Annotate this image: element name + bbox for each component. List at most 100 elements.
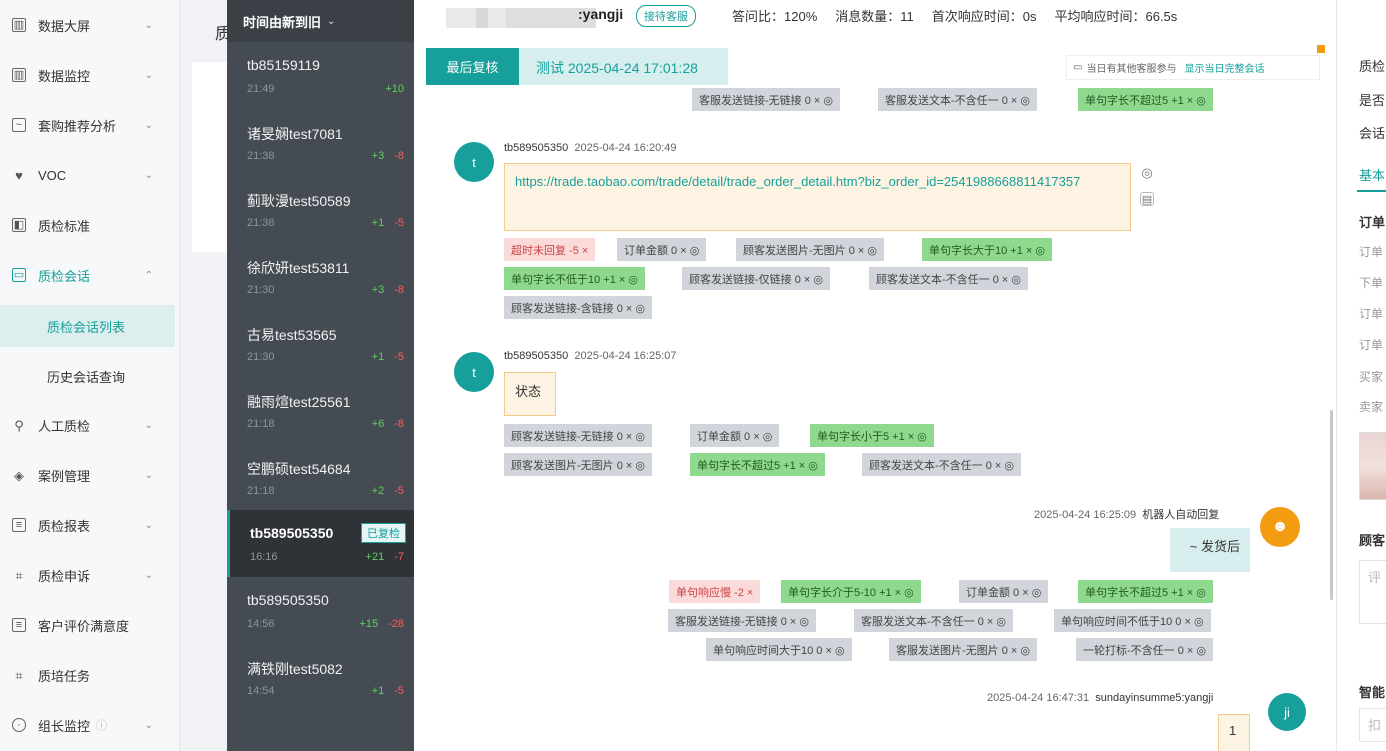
person-icon: ⚲ (14, 417, 24, 433)
qc-tag[interactable]: 单句响应慢 -2 × (669, 580, 761, 603)
info-icon: ▭ (1073, 62, 1083, 73)
qc-tag[interactable]: 超时未回复 -5 × (504, 238, 596, 261)
qc-tag[interactable]: 顾客发送文本-不含任一 0 × ◎ (869, 267, 1028, 290)
redacted-name (446, 8, 596, 28)
qc-tag[interactable]: 单句字长小于5 +1 × ◎ (810, 424, 934, 447)
score-plus: +1 (371, 217, 385, 229)
chevron-down-icon: ⌄ (144, 19, 153, 31)
eye-icon[interactable]: ◎ (1140, 165, 1154, 180)
agent-message[interactable]: 1 (1218, 714, 1250, 751)
qc-tag[interactable]: 单句字长不低于10 +1 × ◎ (504, 267, 645, 290)
qc-tag[interactable]: 顾客发送链接-含链接 0 × ◎ (504, 296, 652, 319)
nav-item-case-mgmt[interactable]: ◈ 案例管理 ⌄ (0, 450, 175, 500)
qc-tag[interactable]: 单句字长不超过5 +1 × ◎ (1078, 580, 1213, 603)
chat-panel: :yangji 接待客服 答问比：120% 消息数量：11 首次响应时间：0s … (414, 0, 1336, 751)
background-strip: 质 (180, 0, 231, 751)
appeal-icon: ⌗ (15, 567, 23, 583)
qc-tag[interactable]: 订单金额 0 × ◎ (690, 424, 780, 447)
qc-tag[interactable]: 顾客发送链接-仅链接 0 × ◎ (682, 267, 830, 290)
chevron-down-icon: ⌄ (144, 719, 153, 731)
qc-tag[interactable]: 订单金额 0 × ◎ (959, 580, 1049, 603)
qc-tag[interactable]: 客服发送图片-无图片 0 × ◎ (889, 638, 1037, 661)
session-item[interactable]: 空鹏硕test54684 21:18 +2 -5 (227, 444, 414, 511)
agent-name: :yangji (578, 6, 624, 22)
score-minus: -5 (394, 351, 404, 363)
qc-tag[interactable]: 单句字长不超过5 +1 × ◎ (1078, 88, 1213, 111)
session-item[interactable]: 徐欣妍test53811 21:30 +3 -8 (227, 243, 414, 310)
customer-message[interactable]: 状态 (504, 372, 556, 416)
session-item[interactable]: tb589505350 14:56 +15 -28 (227, 577, 414, 644)
sort-dropdown[interactable]: 时间由新到旧 ⌄ (227, 0, 414, 42)
qc-tag[interactable]: 单句字长大于10 +1 × ◎ (922, 238, 1052, 261)
detail-panel: 质检 是否 会话 基本 订单 订单 下单 订单 订单 买家 卖家 顾客 评 智能… (1336, 0, 1386, 751)
tab-basic[interactable]: 基本 (1359, 165, 1385, 184)
nav-item-training-task[interactable]: ⌗ 质培任务 (0, 650, 175, 700)
session-item[interactable]: 古易test53565 21:30 +1 -5 (227, 310, 414, 377)
customer-message-link[interactable]: https://trade.taobao.com/trade/detail/tr… (504, 163, 1131, 231)
rating-icon: ≡ (12, 618, 26, 632)
nav-item-voc[interactable]: ♥ VOC ⌄ (0, 150, 175, 200)
monitor-icon: ▥ (12, 68, 26, 82)
nav-item-data-screen[interactable]: ▥ 数据大屏 ⌄ (0, 0, 175, 50)
nav-sub-history[interactable]: 历史会话查询 (0, 355, 175, 397)
session-item[interactable]: tb85159119 21:49 +10 (227, 42, 414, 109)
nav-item-leader-monitor[interactable]: · 组长监控 ⓘ ⌄ (0, 700, 175, 750)
session-item[interactable]: 蓟耿漫test50589 21:38 +1 -5 (227, 176, 414, 243)
nav-sub-session-list[interactable]: 质检会话列表 (0, 305, 175, 347)
agent-avatar: ji (1268, 693, 1306, 731)
task-icon: ⌗ (15, 667, 23, 683)
score-plus: +2 (371, 485, 385, 497)
deduct-field[interactable]: 扣 (1359, 708, 1386, 742)
qc-tag[interactable]: 客服发送文本-不含任一 0 × ◎ (854, 609, 1013, 632)
indicator-dot (1317, 45, 1325, 53)
clock-icon: · (12, 718, 26, 732)
customer-avatar: t (454, 142, 494, 182)
session-item-selected[interactable]: tb589505350 已复检 16:16 +21 -7 (227, 510, 414, 577)
nav-item-manual-qc[interactable]: ⚲ 人工质检 ⌄ (0, 400, 175, 450)
qc-tag[interactable]: 单句响应时间不低于10 0 × ◎ (1054, 609, 1211, 632)
chat-scrollbar[interactable] (1330, 410, 1333, 600)
qc-tag[interactable]: 一轮打标-不含任一 0 × ◎ (1076, 638, 1213, 661)
session-item[interactable]: 融雨煊test25561 21:18 +6 -8 (227, 377, 414, 444)
qc-tag[interactable]: 单句字长不超过5 +1 × ◎ (690, 453, 825, 476)
qc-tag[interactable]: 客服发送链接-无链接 0 × ◎ (668, 609, 816, 632)
qc-tag[interactable]: 客服发送文本-不含任一 0 × ◎ (878, 88, 1037, 111)
score-plus: +6 (371, 418, 385, 430)
bot-message[interactable]: ~ 发货后 (1170, 528, 1250, 572)
review-info: 测试 2025-04-24 17:01:28 (536, 60, 698, 76)
score-minus: -5 (394, 685, 404, 697)
score-minus: -8 (394, 150, 404, 162)
nav-item-qc-report[interactable]: ≡ 质检报表 ⌄ (0, 500, 175, 550)
qc-tag[interactable]: 顾客发送图片-无图片 0 × ◎ (504, 453, 652, 476)
session-item[interactable]: 诸旻娴test7081 21:38 +3 -8 (227, 109, 414, 176)
chevron-up-icon: ⌃ (144, 269, 153, 281)
chevron-down-icon: ⌄ (144, 469, 153, 481)
score-plus: +3 (371, 284, 385, 296)
chevron-down-icon: ⌄ (144, 119, 153, 131)
show-full-session-link[interactable]: 显示当日完整会话 (1184, 60, 1264, 75)
last-review-button[interactable]: 最后复核 (426, 48, 519, 85)
nav-item-qc-appeal[interactable]: ⌗ 质检申诉 ⌄ (0, 550, 175, 600)
session-item[interactable]: 满铁刚test5082 14:54 +1 -5 (227, 644, 414, 711)
qc-tag[interactable]: 单句响应时间大于10 0 × ◎ (706, 638, 852, 661)
qc-tag[interactable]: 顾客发送文本-不含任一 0 × ◎ (862, 453, 1021, 476)
qc-tag[interactable]: 顾客发送图片-无图片 0 × ◎ (736, 238, 884, 261)
nav-item-satisfaction[interactable]: ≡ 客户评价满意度 (0, 600, 175, 650)
qc-tag[interactable]: 订单金额 0 × ◎ (617, 238, 707, 261)
nav-item-data-monitor[interactable]: ▥ 数据监控 ⌄ (0, 50, 175, 100)
qc-tag[interactable]: 客服发送链接-无链接 0 × ◎ (692, 88, 840, 111)
customer-avatar: t (454, 352, 494, 392)
comment-icon[interactable]: ▤ (1140, 192, 1154, 206)
qc-tag[interactable]: 单句字长介于5-10 +1 × ◎ (781, 580, 921, 603)
qc-tag[interactable]: 顾客发送链接-无链接 0 × ◎ (504, 424, 652, 447)
nav-item-bundle-analysis[interactable]: ~ 套购推荐分析 ⌄ (0, 100, 175, 150)
score-minus: -8 (394, 418, 404, 430)
comment-box[interactable]: 评 (1359, 560, 1386, 624)
nav-item-qc-sessions[interactable]: ▭ 质检会话 ⌃ (0, 250, 175, 300)
chevron-down-icon: ⌄ (144, 69, 153, 81)
score-plus: +15 (359, 618, 379, 630)
nav-item-qc-standard[interactable]: ◧ 质检标准 (0, 200, 175, 250)
score-minus: -5 (394, 485, 404, 497)
product-thumbnail[interactable] (1359, 432, 1386, 500)
score-plus: +21 (365, 551, 385, 563)
